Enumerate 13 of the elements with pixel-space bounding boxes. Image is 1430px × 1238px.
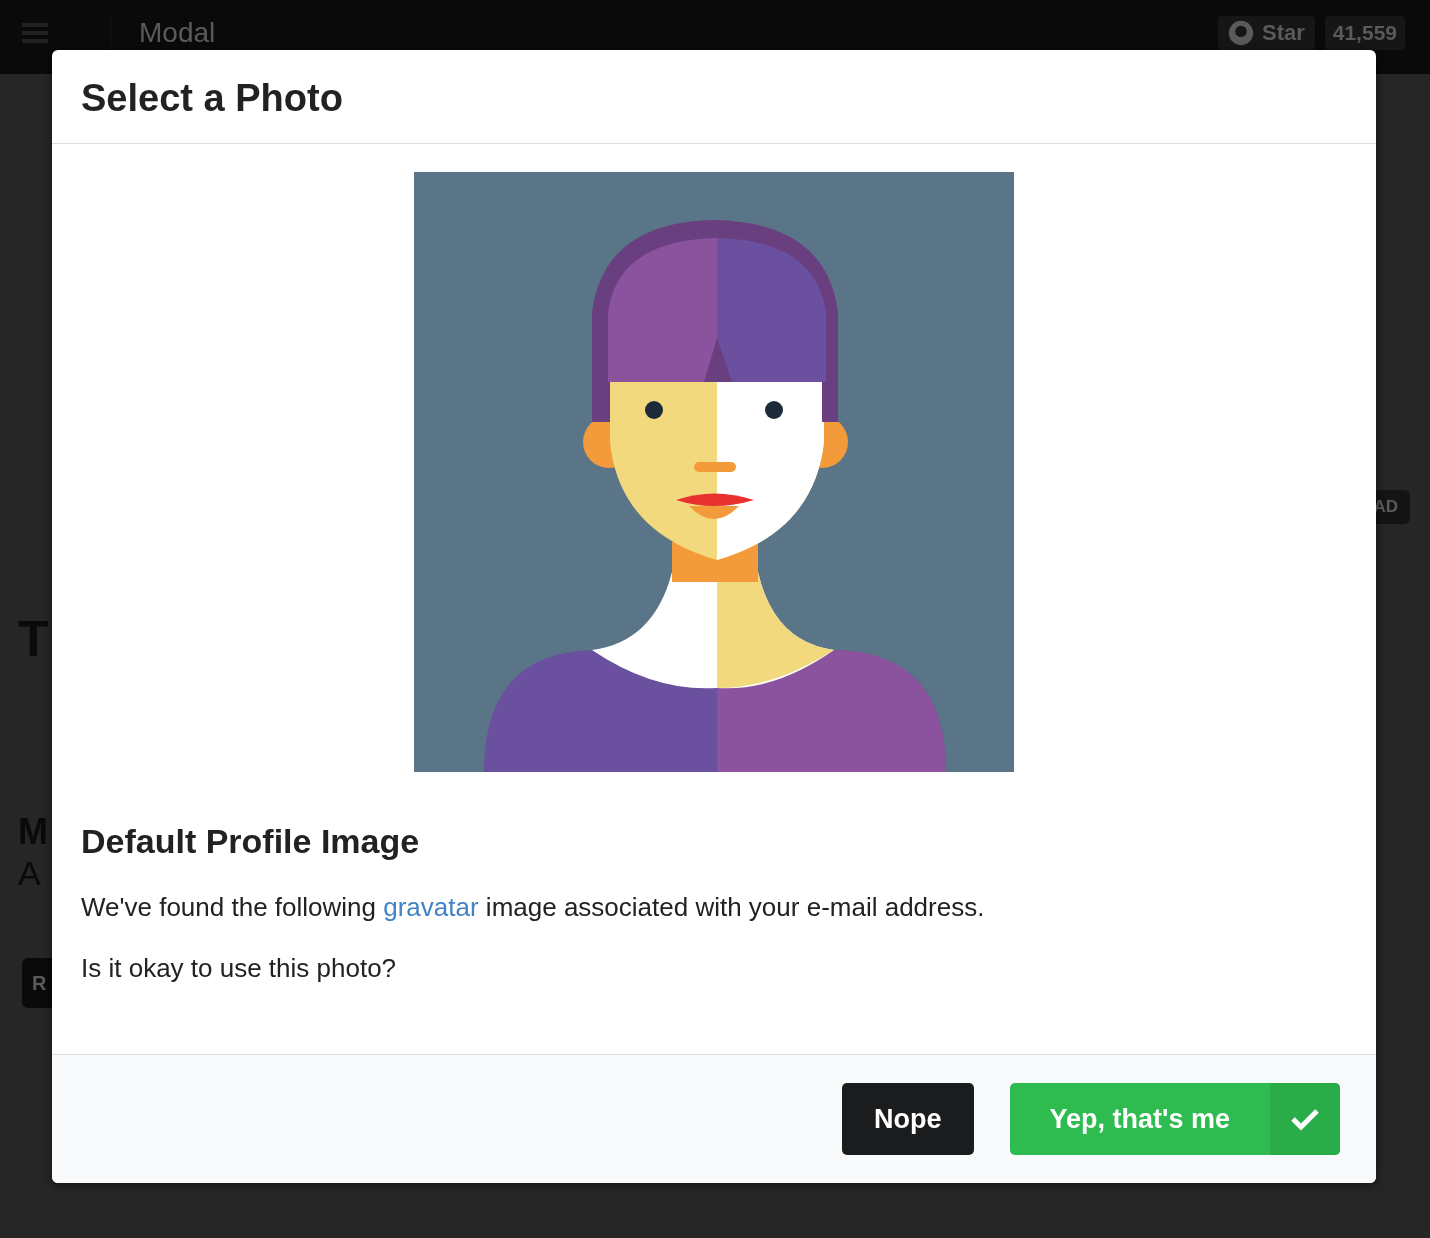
star-button[interactable]: Star	[1217, 16, 1315, 50]
menu-icon[interactable]	[22, 22, 48, 44]
page-title: Modal	[110, 17, 216, 49]
modal-title: Select a Photo	[81, 76, 344, 121]
confirm-button[interactable]: Yep, that's me	[1009, 1083, 1340, 1156]
question-text: Is it okay to use this photo?	[81, 951, 398, 985]
checkmark-icon	[1290, 1107, 1320, 1132]
background-button[interactable]: R	[22, 958, 52, 1008]
gravatar-link[interactable]: gravatar	[383, 892, 479, 923]
description-text: We've found the following gravatar image associated with your e-mail address.	[81, 891, 986, 925]
cancel-button[interactable]: Nope	[842, 1083, 974, 1156]
star-count: 41,559	[1324, 16, 1405, 50]
section-heading: Default Profile Image	[81, 822, 421, 862]
